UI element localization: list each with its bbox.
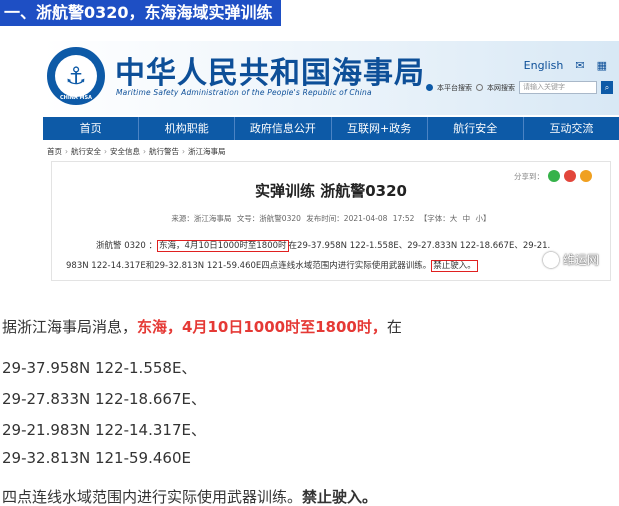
- msa-logo[interactable]: ⚓ CHINA MSA: [47, 47, 105, 105]
- meta-time: 发布时间：2021-04-08 17:52: [306, 214, 415, 223]
- body-prefix: 浙航警 0320 ：: [96, 241, 158, 251]
- intro-highlight: 东海，4月10日1000时至1800时，: [137, 318, 387, 336]
- breadcrumb: 首页 › 航行安全 › 安全信息 › 航行警告 › 浙江海事局: [47, 146, 226, 157]
- nav-functions[interactable]: 机构职能: [139, 117, 236, 140]
- body-highlight-forbidden: 禁止驶入。: [431, 260, 478, 272]
- anchor-icon: ⚓: [55, 55, 97, 97]
- breadcrumb-separator: ›: [104, 147, 107, 156]
- site-banner: ⚓ CHINA MSA 中华人民共和国海事局 Maritime Safety A…: [43, 41, 619, 115]
- search-input[interactable]: 请输入关键字: [519, 81, 597, 94]
- breadcrumb-separator: ›: [143, 147, 146, 156]
- nav-gov-info[interactable]: 政府信息公开: [235, 117, 332, 140]
- main-nav: 首页 机构职能 政府信息公开 互联网+政务 航行安全 互动交流: [43, 117, 619, 140]
- closing-prefix: 四点连线水域范围内进行实际使用武器训练。: [2, 488, 303, 506]
- breadcrumb-item[interactable]: 航行警告: [149, 146, 179, 157]
- nav-home[interactable]: 首页: [43, 117, 140, 140]
- watermark: 维运网: [542, 251, 599, 268]
- body-highlight-time: 东海，4月10日1000时至1800时: [157, 240, 289, 252]
- embedded-screenshot: ⚓ CHINA MSA 中华人民共和国海事局 Maritime Safety A…: [43, 41, 619, 281]
- article-meta: 来源：浙江海事局 文号：浙航警0320 发布时间：2021-04-08 17:5…: [52, 213, 610, 224]
- english-link[interactable]: English: [524, 59, 564, 72]
- body-line2: 983N 122-14.317E和29-32.813N 121-59.460E四…: [66, 261, 432, 271]
- site-subtitle: Maritime Safety Administration of the Pe…: [116, 88, 372, 97]
- article-body-line1: 浙航警 0320 ：东海，4月10日1000时至1800时 在29-37.958N…: [96, 239, 551, 252]
- watermark-logo-icon: [542, 251, 559, 268]
- search-icon[interactable]: ⌕: [601, 81, 613, 94]
- closing-bold: 禁止驶入。: [302, 488, 378, 506]
- breadcrumb-item[interactable]: 安全信息: [110, 146, 140, 157]
- top-links: English ✉ ▦: [524, 59, 607, 72]
- nav-internet-gov[interactable]: 互联网+政务: [332, 117, 428, 140]
- breadcrumb-item[interactable]: 首页: [47, 146, 62, 157]
- search-row: 本平台搜索 本网搜索 请输入关键字 ⌕: [426, 81, 613, 94]
- coord-line: 29-32.813N 121-59.460E: [2, 449, 191, 467]
- breadcrumb-separator: ›: [182, 147, 185, 156]
- grid-icon[interactable]: ▦: [597, 59, 607, 72]
- section-heading: 一、浙航警0320，东海海域实弹训练: [0, 0, 281, 26]
- search-scope-platform: 本平台搜索: [437, 83, 472, 92]
- body-rest: 在29-37.958N 122-1.558E、29-27.833N 122-18…: [288, 241, 551, 251]
- coord-line: 29-21.983N 122-14.317E、: [2, 421, 206, 439]
- intro-prefix: 据浙江海事局消息，: [2, 318, 138, 336]
- watermark-text: 维运网: [562, 253, 599, 267]
- intro-suffix: 在: [386, 318, 402, 336]
- radio-platform[interactable]: [426, 84, 433, 91]
- meta-font-size[interactable]: 【字体：大 中 小】: [420, 214, 491, 223]
- site-title: 中华人民共和国海事局: [115, 56, 425, 91]
- article-card: 分享到： 实弹训练 浙航警0320 来源：浙江海事局 文号：浙航警0320 发布…: [51, 161, 611, 281]
- search-scope-site: 本网搜索: [487, 83, 515, 92]
- article-body-line2: 983N 122-14.317E和29-32.813N 121-59.460E四…: [66, 259, 478, 272]
- nav-interaction[interactable]: 互动交流: [524, 117, 619, 140]
- breadcrumb-separator: ›: [65, 147, 68, 156]
- closing-paragraph: 四点连线水域范围内进行实际使用武器训练。禁止驶入。: [2, 486, 377, 506]
- meta-number: 文号：浙航警0320: [236, 214, 301, 223]
- coord-line: 29-27.833N 122-18.667E、: [2, 390, 206, 408]
- article-title: 实弹训练 浙航警0320: [255, 182, 407, 200]
- nav-nav-safety[interactable]: 航行安全: [428, 117, 524, 140]
- coord-line: 29-37.958N 122-1.558E、: [2, 359, 197, 377]
- breadcrumb-item[interactable]: 浙江海事局: [188, 146, 226, 157]
- breadcrumb-item[interactable]: 航行安全: [71, 146, 101, 157]
- logo-text: CHINA MSA: [60, 95, 92, 101]
- intro-paragraph: 据浙江海事局消息，东海，4月10日1000时至1800时，在: [2, 316, 402, 338]
- mail-icon[interactable]: ✉: [575, 59, 584, 72]
- radio-site[interactable]: [476, 84, 483, 91]
- meta-source: 来源：浙江海事局: [171, 214, 232, 223]
